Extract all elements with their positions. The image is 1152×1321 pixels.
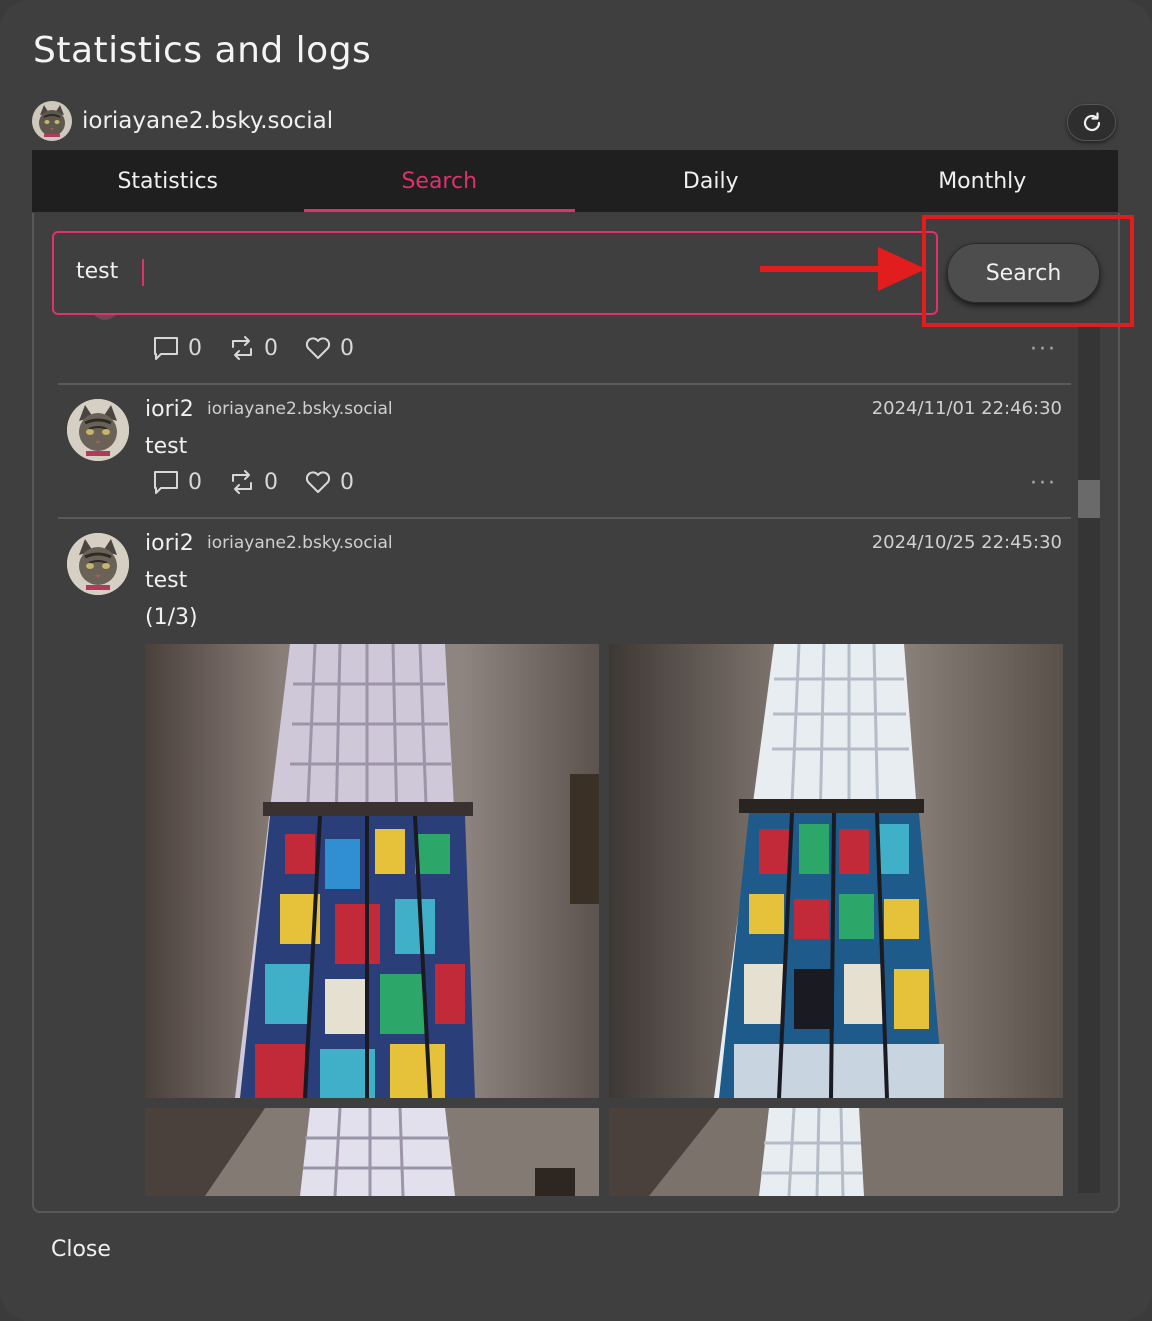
post-avatar[interactable] xyxy=(67,533,129,595)
repost-action[interactable]: 0 xyxy=(228,469,278,495)
cat-avatar-image xyxy=(67,399,129,461)
post-divider xyxy=(58,517,1071,519)
stained-glass-photo xyxy=(609,1108,1063,1196)
more-icon[interactable]: ··· xyxy=(1030,337,1057,362)
account-avatar xyxy=(32,101,72,141)
post-image-stained-glass-2[interactable] xyxy=(609,644,1063,1098)
image-counter: (1/3) xyxy=(145,605,198,630)
reply-action[interactable]: 0 xyxy=(152,469,202,495)
tab-daily[interactable]: Daily xyxy=(575,150,847,212)
like-icon xyxy=(305,337,331,359)
tab-monthly[interactable]: Monthly xyxy=(847,150,1119,212)
like-icon xyxy=(305,471,331,493)
refresh-icon xyxy=(1083,111,1100,131)
post-image-stained-glass-1[interactable] xyxy=(145,644,599,1098)
results-list[interactable]: 0 0 0 ··· iori2 ioriayane2.bsky.social 2… xyxy=(58,293,1072,1199)
statistics-dialog: Statistics and logs ioriayane2.bsky.soci… xyxy=(0,0,1152,1321)
like-count: 0 xyxy=(340,469,354,495)
repost-icon xyxy=(232,470,252,494)
partial-avatar xyxy=(92,313,118,320)
repost-action[interactable]: 0 xyxy=(228,335,278,361)
post-author-name[interactable]: iori2 xyxy=(145,397,194,422)
post-actions: 0 0 0 xyxy=(152,335,380,361)
post-image-stained-glass-3[interactable] xyxy=(145,1108,599,1196)
more-icon[interactable]: ··· xyxy=(1030,471,1057,496)
repost-count: 0 xyxy=(264,469,278,495)
tab-bar: Statistics Search Daily Monthly xyxy=(32,150,1118,212)
like-action[interactable]: 0 xyxy=(304,469,354,495)
post-divider xyxy=(58,383,1071,385)
post-text: test xyxy=(145,434,188,459)
reply-count: 0 xyxy=(188,335,202,361)
stained-glass-photo xyxy=(609,644,1063,1098)
stained-glass-photo xyxy=(145,644,599,1098)
dialog-title: Statistics and logs xyxy=(33,30,372,71)
reply-icon xyxy=(154,337,178,360)
results-scrollbar[interactable] xyxy=(1078,323,1100,1193)
annotation-arrow xyxy=(760,247,926,291)
post-avatar[interactable] xyxy=(67,399,129,461)
account-handle: ioriayane2.bsky.social xyxy=(82,108,334,134)
search-input[interactable] xyxy=(76,255,476,287)
tab-statistics[interactable]: Statistics xyxy=(32,150,304,212)
post-timestamp: 2024/11/01 22:46:30 xyxy=(871,398,1062,419)
post-author-name[interactable]: iori2 xyxy=(145,531,194,556)
like-action[interactable]: 0 xyxy=(304,335,354,361)
post-image-stained-glass-4[interactable] xyxy=(609,1108,1063,1196)
cat-avatar-image xyxy=(67,533,129,595)
close-button[interactable]: Close xyxy=(51,1237,111,1262)
account-row: ioriayane2.bsky.social xyxy=(32,101,333,141)
like-count: 0 xyxy=(340,335,354,361)
tab-search[interactable]: Search xyxy=(303,150,576,212)
reply-icon xyxy=(154,471,178,494)
post-author-handle[interactable]: ioriayane2.bsky.social xyxy=(207,399,393,419)
text-caret xyxy=(142,259,144,286)
reply-count: 0 xyxy=(188,469,202,495)
annotation-highlight-box xyxy=(922,215,1134,327)
search-panel: Search 0 0 0 ··· xyxy=(32,213,1120,1213)
repost-icon xyxy=(232,336,252,360)
cat-avatar-image xyxy=(32,101,72,141)
post-timestamp: 2024/10/25 22:45:30 xyxy=(871,532,1062,553)
refresh-button[interactable] xyxy=(1067,104,1116,141)
post-actions: 0 0 0 xyxy=(152,469,380,495)
repost-count: 0 xyxy=(264,335,278,361)
stained-glass-photo xyxy=(145,1108,599,1196)
reply-action[interactable]: 0 xyxy=(152,335,202,361)
post-author-handle[interactable]: ioriayane2.bsky.social xyxy=(207,533,393,553)
scrollbar-thumb[interactable] xyxy=(1078,480,1100,518)
post-text: test xyxy=(145,568,188,593)
